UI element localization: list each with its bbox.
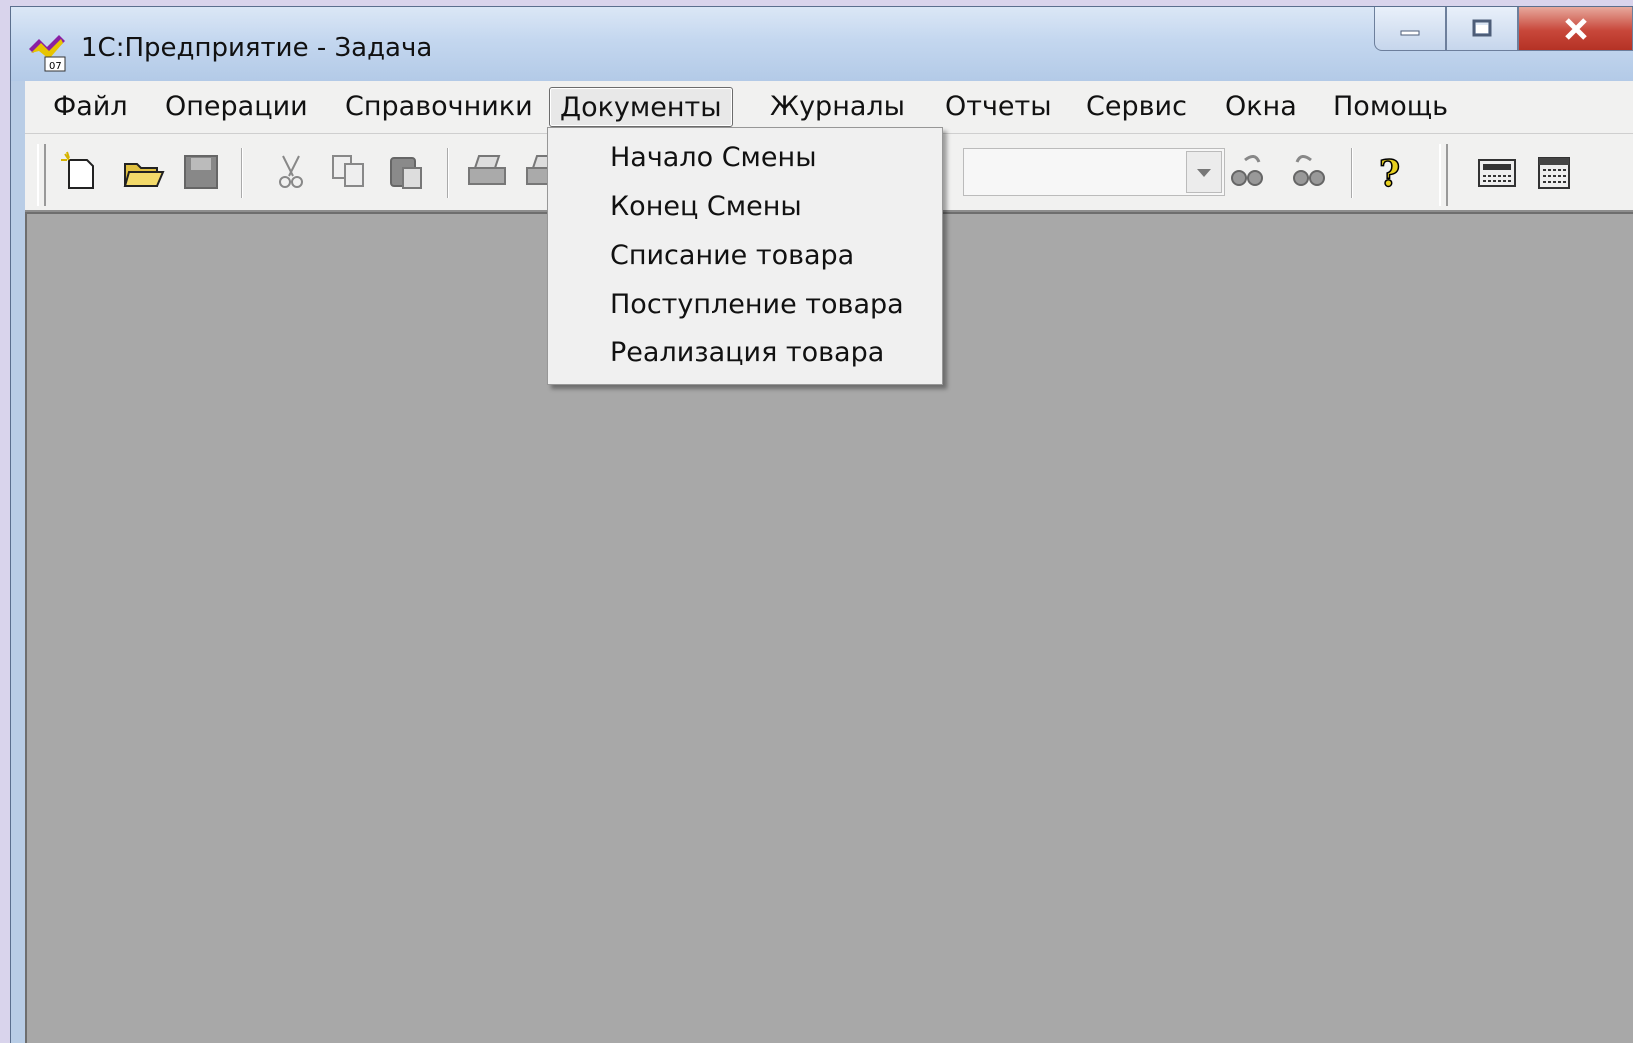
new-document-icon[interactable]	[59, 150, 103, 194]
menu-help[interactable]: Помощь	[1323, 87, 1458, 127]
menu-item-receipt[interactable]: Поступление товара	[610, 285, 904, 325]
toolbar-grip[interactable]	[1439, 144, 1448, 206]
app-logo-icon: 07	[29, 35, 66, 72]
menu-catalogs[interactable]: Справочники	[335, 87, 543, 127]
menu-windows[interactable]: Окна	[1215, 87, 1307, 127]
close-icon	[1564, 17, 1587, 40]
close-button[interactable]	[1518, 7, 1633, 51]
menu-item-shift-start[interactable]: Начало Смены	[610, 138, 817, 178]
find-next-icon[interactable]	[1225, 150, 1269, 194]
cut-icon[interactable]	[269, 150, 313, 194]
toolbar-separator	[241, 148, 243, 198]
calculator-icon[interactable]	[1475, 150, 1519, 194]
toolbar-separator	[1351, 148, 1353, 198]
minimize-icon	[1400, 30, 1420, 35]
maximize-button[interactable]	[1446, 7, 1518, 51]
calendar-icon[interactable]	[1533, 150, 1577, 194]
title-bar[interactable]: 07 1С:Предприятие - Задача	[11, 7, 1633, 81]
chevron-down-icon	[1197, 169, 1211, 177]
search-combo[interactable]	[963, 148, 1225, 196]
restore-icon	[1472, 19, 1492, 36]
print-icon[interactable]	[465, 150, 509, 194]
menu-file[interactable]: Файл	[43, 87, 138, 127]
save-icon[interactable]	[179, 150, 223, 194]
find-previous-icon[interactable]	[1287, 150, 1331, 194]
menu-operations[interactable]: Операции	[155, 87, 318, 127]
copy-icon[interactable]	[327, 150, 371, 194]
svg-text:07: 07	[49, 61, 62, 72]
menu-documents[interactable]: Документы	[549, 87, 733, 127]
minimize-button[interactable]	[1374, 7, 1446, 51]
window-controls	[1374, 7, 1633, 67]
documents-dropdown-menu: Начало Смены Конец Смены Списание товара…	[547, 127, 943, 385]
menu-item-sale[interactable]: Реализация товара	[610, 333, 884, 373]
menu-item-write-off[interactable]: Списание товара	[610, 236, 854, 276]
help-icon[interactable]: ?	[1369, 150, 1413, 194]
menu-item-shift-end[interactable]: Конец Смены	[610, 187, 802, 227]
svg-text:?: ?	[1379, 153, 1400, 194]
toolbar-separator	[447, 148, 449, 198]
window-title: 1С:Предприятие - Задача	[81, 33, 433, 63]
combo-dropdown-button[interactable]	[1186, 151, 1222, 193]
menu-journals[interactable]: Журналы	[760, 87, 915, 127]
open-folder-icon[interactable]	[121, 150, 165, 194]
menu-service[interactable]: Сервис	[1076, 87, 1197, 127]
toolbar-grip[interactable]	[37, 144, 46, 206]
menu-reports[interactable]: Отчеты	[935, 87, 1062, 127]
paste-icon[interactable]	[385, 150, 429, 194]
